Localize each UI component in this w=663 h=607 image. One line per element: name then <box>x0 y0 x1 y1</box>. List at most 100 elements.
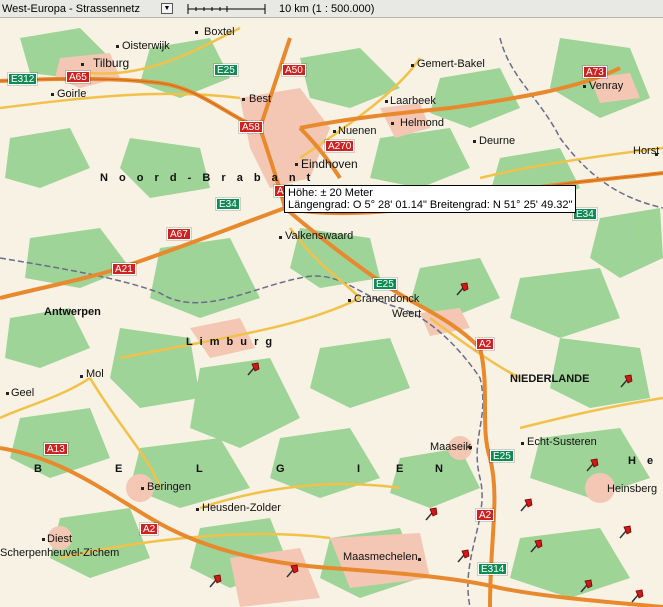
place-dot <box>279 236 282 239</box>
place-dot <box>521 442 524 445</box>
place-label-cranendonck: Cranendonck <box>354 293 420 305</box>
place-label-oisterwijk: Oisterwijk <box>122 40 170 52</box>
pushpin-icon[interactable] <box>629 588 645 604</box>
place-label-heinsberg: Heinsberg <box>607 483 658 495</box>
region-label-belgien-g: G <box>276 463 285 475</box>
map-toolbar: West-Europa - Strassennetz ▼ 10 km (1 : … <box>0 0 663 18</box>
place-dot <box>141 487 144 490</box>
road-shield-a65: A65 <box>65 70 91 84</box>
region-label-belgien-i: I <box>357 463 361 475</box>
pushpin-icon[interactable] <box>618 373 634 389</box>
place-dot <box>391 122 394 125</box>
place-label-heusden-zolder: Heusden-Zolder <box>202 502 281 514</box>
pushpin-icon[interactable] <box>528 538 544 554</box>
road-shield-a50: A50 <box>281 63 307 77</box>
place-dot <box>411 64 414 67</box>
pushpin-icon[interactable] <box>245 361 261 377</box>
road-shield-a270: A270 <box>323 139 356 153</box>
place-dot <box>81 63 84 66</box>
tooltip-elevation: Höhe: ± 20 Meter <box>288 187 373 199</box>
place-dot <box>42 538 45 541</box>
region-label-belgien-n: N <box>435 463 443 475</box>
pushpin-icon[interactable] <box>207 573 223 589</box>
pushpin-icon[interactable] <box>455 548 471 564</box>
place-label-boxtel: Boxtel <box>204 26 235 38</box>
place-dot <box>385 100 388 103</box>
place-label-helmond: Helmond <box>400 117 445 129</box>
place-label-tilburg: Tilburg <box>93 56 130 70</box>
region-label-he: H e <box>628 455 658 467</box>
place-label-diest: Diest <box>47 533 73 545</box>
place-dot <box>51 93 54 96</box>
place-label-laarbeek: Laarbeek <box>390 95 436 107</box>
chevron-down-icon: ▼ <box>163 5 171 12</box>
road-shield-a2-right: A2 <box>474 337 496 351</box>
road-shield-a2-low: A2 <box>474 508 496 522</box>
place-dot <box>348 299 351 302</box>
pushpin-icon[interactable] <box>284 563 300 579</box>
place-label-mol: Mol <box>86 368 104 380</box>
place-dot <box>6 392 9 395</box>
road-shield-a2-left: A2 <box>138 522 160 536</box>
place-label-niederlande: NIEDERLANDE <box>510 373 590 385</box>
road-shield-a21: A21 <box>111 262 137 276</box>
place-label-antwerpen: Antwerpen <box>44 306 101 318</box>
road-shield-a67: A67 <box>166 227 192 241</box>
map-title: West-Europa - Strassennetz <box>2 2 140 15</box>
road-shield-e312: E312 <box>6 72 39 86</box>
place-label-eindhoven: Eindhoven <box>301 157 358 171</box>
place-label-goirle: Goirle <box>57 88 87 100</box>
road-shield-e34-right: E34 <box>572 207 598 221</box>
place-label-maaseik: Maaseik <box>430 441 471 453</box>
place-dot <box>196 508 199 511</box>
road-shield-a58: A58 <box>238 120 264 134</box>
pushpin-icon[interactable] <box>518 497 534 513</box>
place-dot <box>116 45 119 48</box>
road-shield-e314: E314 <box>476 562 509 576</box>
tooltip-coordinates: Längengrad: O 5° 28' 01.14" Breitengrad:… <box>288 199 573 211</box>
place-label-scherpenheuvel: Scherpenheuvel-Zichem <box>0 547 120 559</box>
road-shield-a73: A73 <box>582 65 608 79</box>
place-label-nuenen: Nuenen <box>338 125 377 137</box>
place-label-best: Best <box>249 93 272 105</box>
region-label-limburg: L i m b u r g <box>186 336 275 348</box>
pushpin-icon[interactable] <box>578 578 594 594</box>
scale-bar <box>187 4 266 14</box>
pushpin-icon[interactable] <box>584 457 600 473</box>
place-dot <box>473 140 476 143</box>
region-label-belgien-e: E <box>115 463 123 475</box>
place-label-horst: Horst a <box>633 145 663 157</box>
place-label-venray: Venray <box>589 80 624 92</box>
road-shield-a13: A13 <box>43 442 69 456</box>
place-label-weert: Weert <box>392 308 422 320</box>
place-dot <box>333 130 336 133</box>
place-label-maasmechelen: Maasmechelen <box>343 551 418 563</box>
place-dot <box>242 98 245 101</box>
place-dot <box>418 558 421 561</box>
pushpin-icon[interactable] <box>454 281 470 297</box>
place-label-valkenswaard: Valkenswaard <box>285 230 354 242</box>
road-shield-e34-left: E34 <box>215 197 241 211</box>
map-select-dropdown[interactable]: ▼ <box>161 3 173 14</box>
pushpin-icon[interactable] <box>617 524 633 540</box>
place-label-geel: Geel <box>11 387 35 399</box>
place-label-deurne: Deurne <box>479 135 516 147</box>
coordinate-tooltip: Höhe: ± 20 Meter Längengrad: O 5° 28' 01… <box>284 185 577 213</box>
map-canvas[interactable]: Boxtel Oisterwijk Tilburg Goirle Best Ge… <box>0 18 663 607</box>
road-shield-e25-mid: E25 <box>372 277 398 291</box>
place-dot <box>80 375 83 378</box>
place-dot <box>295 163 298 166</box>
region-label-belgien-e2: E <box>396 463 404 475</box>
place-label-gemert-bakel: Gemert-Bakel <box>417 58 485 70</box>
place-label-echt-susteren: Echt-Susteren <box>527 436 597 448</box>
road-shield-e25-top: E25 <box>213 63 239 77</box>
place-label-beringen: Beringen <box>147 481 192 493</box>
region-label-belgien-l: L <box>196 463 203 475</box>
pushpin-icon[interactable] <box>423 506 439 522</box>
scale-text: 10 km (1 : 500.000) <box>279 3 375 15</box>
region-label-noord-brabant: N o o r d - B r a b a n t <box>100 172 315 184</box>
road-shield-e25-low: E25 <box>489 449 515 463</box>
place-dot <box>583 85 586 88</box>
region-label-belgien-b: B <box>34 463 42 475</box>
place-dot <box>195 31 198 34</box>
